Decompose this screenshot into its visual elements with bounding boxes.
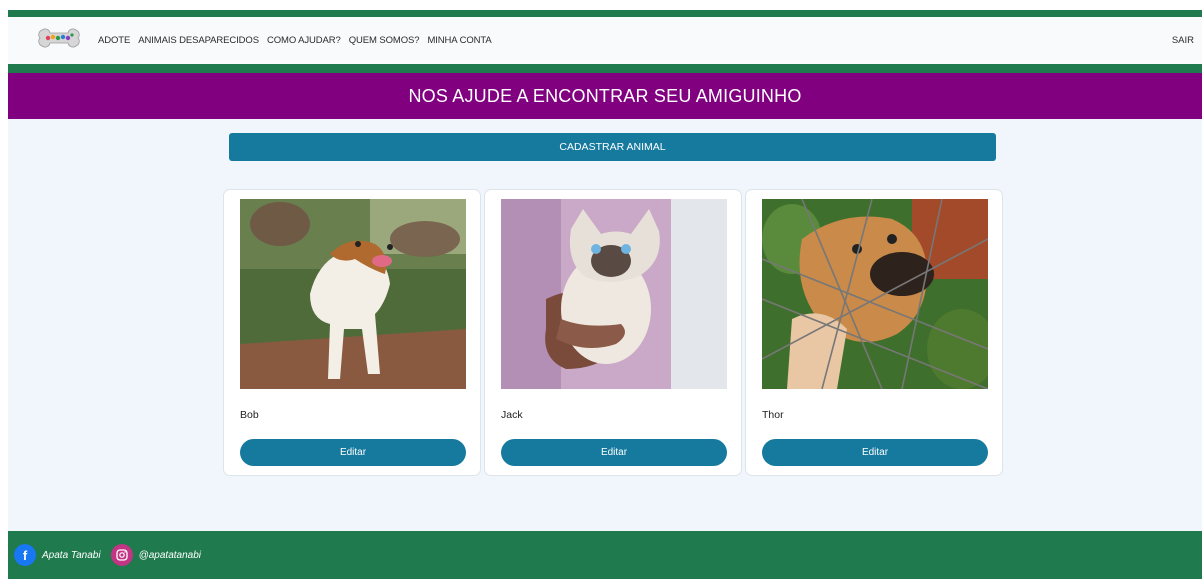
- apata-bone-logo-icon[interactable]: [34, 26, 84, 56]
- green-divider-bar: [8, 64, 1202, 73]
- instagram-handle[interactable]: @apatatanabi: [139, 550, 201, 561]
- pet-name: Jack: [501, 409, 523, 421]
- nav-links: ADOTE ANIMAIS DESAPARECIDOS COMO AJUDAR?…: [98, 35, 1172, 46]
- nav-item-como-ajudar[interactable]: COMO AJUDAR?: [267, 35, 341, 46]
- facebook-name[interactable]: Apata Tanabi: [42, 550, 101, 561]
- instagram-icon[interactable]: [110, 544, 133, 566]
- edit-button[interactable]: Editar: [240, 439, 466, 466]
- top-green-bar: [8, 10, 1202, 17]
- facebook-icon[interactable]: f: [14, 544, 36, 566]
- dog-photo: [240, 199, 466, 389]
- logout-link[interactable]: SAIR: [1172, 35, 1194, 46]
- footer: f Apata Tanabi @apatatanabi: [8, 531, 1202, 579]
- navbar: ADOTE ANIMAIS DESAPARECIDOS COMO AJUDAR?…: [8, 17, 1202, 64]
- edit-button[interactable]: Editar: [501, 439, 727, 466]
- register-wrap: CADASTRAR ANIMAL: [229, 133, 996, 161]
- animal-card: Thor Editar: [745, 189, 1003, 476]
- nav-item-minha-conta[interactable]: MINHA CONTA: [427, 35, 491, 46]
- page-banner: NOS AJUDE A ENCONTRAR SEU AMIGUINHO: [8, 73, 1202, 119]
- animal-card: Bob Editar: [223, 189, 481, 476]
- cat-photo: [501, 199, 727, 389]
- nav-item-adote[interactable]: ADOTE: [98, 35, 130, 46]
- animal-card: Jack Editar: [484, 189, 742, 476]
- nav-item-quem-somos[interactable]: QUEM SOMOS?: [349, 35, 420, 46]
- animal-card-list: Bob Editar Jack Editar Thor Editar: [223, 189, 1003, 476]
- page-title: NOS AJUDE A ENCONTRAR SEU AMIGUINHO: [408, 85, 802, 106]
- edit-button[interactable]: Editar: [762, 439, 988, 466]
- pet-name: Thor: [762, 409, 784, 421]
- nav-item-animais-desaparecidos[interactable]: ANIMAIS DESAPARECIDOS: [138, 35, 259, 46]
- dog-fence-photo: [762, 199, 988, 389]
- register-animal-button[interactable]: CADASTRAR ANIMAL: [229, 133, 996, 161]
- page: ADOTE ANIMAIS DESAPARECIDOS COMO AJUDAR?…: [8, 10, 1202, 579]
- pet-name: Bob: [240, 409, 259, 421]
